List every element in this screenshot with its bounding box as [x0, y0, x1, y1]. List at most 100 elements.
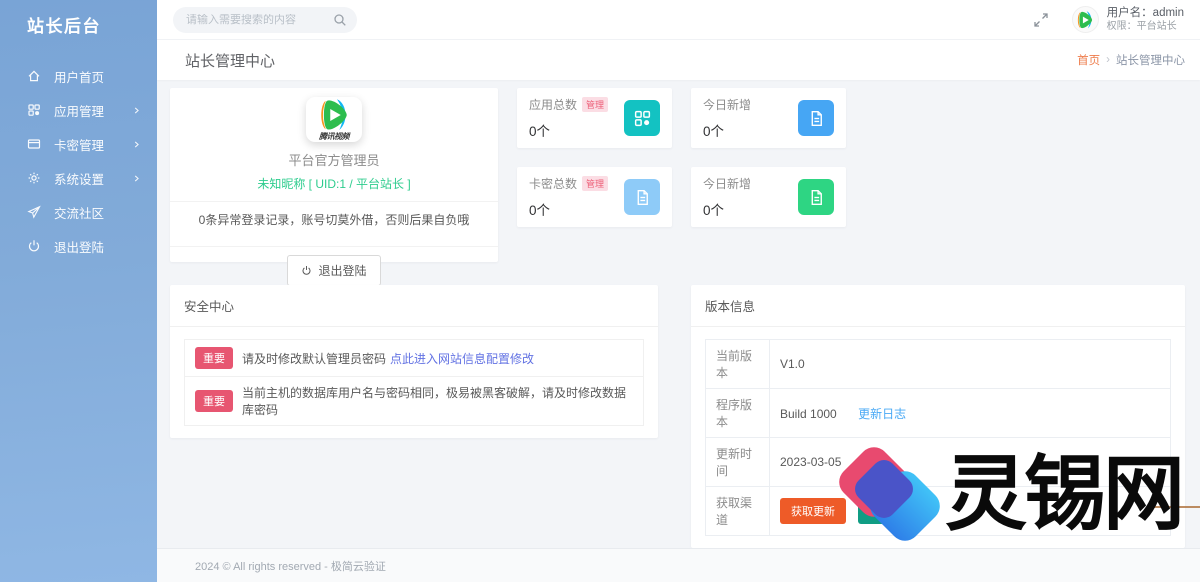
alert-row: 重要 请及时修改默认管理员密码 点此进入网站信息配置修改: [185, 340, 643, 376]
stat-card-today-apps: 今日新增 0个: [691, 88, 846, 149]
stat-card-total-keys: 卡密总数 管理 0个: [517, 167, 672, 228]
security-center-card: 安全中心 重要 请及时修改默认管理员密码 点此进入网站信息配置修改 重要 当前主…: [170, 285, 658, 439]
sidebar-item-user-home[interactable]: 用户首页: [0, 59, 157, 93]
sidebar-item-community[interactable]: 交流社区: [0, 195, 157, 229]
row-value: V1.0: [769, 339, 1171, 390]
changelog-link[interactable]: 更新日志: [858, 407, 906, 421]
topbar-right: 用户名：admin 权限：平台站长: [1032, 6, 1184, 34]
app-logo-tile: 腾讯视频: [306, 97, 362, 143]
sidebar-item-label: 系统设置: [54, 172, 105, 187]
gear-icon: [27, 171, 41, 185]
user-name: 用户名：admin: [1106, 7, 1184, 20]
row-label: 当前版本: [705, 339, 770, 390]
avatar[interactable]: [1071, 6, 1099, 34]
admin-identity-text: 未知昵称 [ UID:1 / 平台站长 ]: [257, 177, 411, 192]
security-card-title: 安全中心: [170, 285, 658, 328]
stat-card-total-apps: 应用总数 管理 0个: [517, 88, 672, 149]
row-label: 程序版本: [705, 388, 770, 439]
version-card-title: 版本信息: [691, 285, 1185, 328]
grid-icon: [624, 100, 660, 137]
sidebar-item-label: 交流社区: [54, 206, 105, 221]
sidebar-item-card-manage[interactable]: 卡密管理: [0, 127, 157, 161]
row-label: 获取渠道: [705, 486, 770, 537]
logout-button-label: 退出登陆: [318, 264, 367, 279]
sidebar: 站长后台 用户首页 应用管理 卡密管理 系统设置 交流社区 退出登陆: [0, 0, 157, 582]
breadcrumb-home-link[interactable]: 首页: [1077, 52, 1100, 68]
stat-card-today-keys: 今日新增 0个: [691, 167, 846, 228]
config-edit-link[interactable]: 点此进入网站信息配置修改: [390, 350, 534, 367]
get-update-button[interactable]: 获取更新: [780, 498, 846, 525]
alert-text: 当前主机的数据库用户名与密码相同，极易被黑客破解，请及时修改数据库密码: [242, 386, 627, 418]
breadcrumb-separator: ›: [1106, 54, 1110, 67]
admin-role-text: 平台官方管理员: [288, 153, 380, 169]
app-title: 站长后台: [27, 17, 101, 36]
tencent-video-logo-icon: [321, 99, 347, 131]
power-icon: [302, 266, 312, 275]
stat-label: 卡密总数: [529, 177, 578, 192]
logo-caption: 腾讯视频: [319, 132, 350, 142]
fullscreen-icon[interactable]: [1032, 11, 1050, 29]
user-role: 权限：平台站长: [1106, 20, 1177, 32]
manage-badge[interactable]: 管理: [582, 176, 609, 192]
download-now-button[interactable]: 立即下载: [858, 498, 925, 525]
sidebar-item-logout[interactable]: 退出登陆: [0, 229, 157, 263]
sidebar-item-label: 应用管理: [54, 104, 105, 119]
document-icon: [798, 179, 834, 216]
version-info-card: 版本信息 当前版本 V1.0 程序版本 Build 1000 更新日志 更新时间…: [691, 285, 1185, 549]
sidebar-item-label: 用户首页: [54, 70, 105, 85]
logout-button[interactable]: 退出登陆: [287, 255, 381, 287]
page-header: 站长管理中心 首页 › 站长管理中心: [157, 40, 1200, 81]
manage-badge[interactable]: 管理: [582, 97, 609, 113]
search-box[interactable]: [173, 6, 357, 33]
document-icon: [624, 179, 660, 216]
alert-row: 重要 当前主机的数据库用户名与密码相同，极易被黑客破解，请及时修改数据库密码: [185, 376, 643, 425]
home-icon: [27, 69, 41, 83]
important-badge: 重要: [195, 347, 233, 370]
login-notice-text: 0条异常登录记录，账号切莫外借，否则后果自负哦: [198, 213, 470, 228]
breadcrumb: 首页 › 站长管理中心: [1077, 52, 1185, 68]
topbar: 用户名：admin 权限：平台站长: [157, 0, 1200, 41]
watermark-line: [1153, 506, 1200, 508]
apps-icon: [27, 103, 41, 117]
chevron-right-icon: [132, 140, 141, 149]
alert-text: 请及时修改默认管理员密码: [242, 351, 387, 366]
row-value: Build 1000: [780, 406, 837, 421]
tencent-video-logo-icon: [1078, 10, 1093, 28]
footer-copyright: 2024 © All rights reserved - 极简云验证: [157, 548, 1200, 582]
stat-value: 0个: [703, 203, 725, 219]
content: 腾讯视频 平台官方管理员 未知昵称 [ UID:1 / 平台站长 ] 0条异常登…: [157, 80, 1200, 549]
search-input[interactable]: [186, 13, 333, 26]
row-value: 2023-03-05: [769, 437, 1171, 488]
send-icon: [27, 205, 41, 219]
sidebar-item-app-manage[interactable]: 应用管理: [0, 93, 157, 127]
card-icon: [27, 137, 41, 151]
chevron-right-icon: [132, 106, 141, 115]
stat-cards-grid: 应用总数 管理 0个 今日新增 0个 卡密总数 管理 0个 今日新增 0个: [517, 88, 846, 262]
main-area: 用户名：admin 权限：平台站长 站长管理中心 首页 › 站长管理中心: [157, 0, 1200, 582]
sidebar-item-label: 退出登陆: [54, 240, 105, 255]
stat-label: 今日新增: [703, 98, 752, 113]
profile-card: 腾讯视频 平台官方管理员 未知昵称 [ UID:1 / 平台站长 ] 0条异常登…: [170, 88, 498, 287]
breadcrumb-current: 站长管理中心: [1116, 55, 1185, 68]
table-row: 当前版本 V1.0: [705, 339, 1171, 390]
document-icon: [798, 100, 834, 137]
stat-label: 今日新增: [703, 177, 752, 192]
important-badge: 重要: [195, 390, 233, 413]
sidebar-item-system-settings[interactable]: 系统设置: [0, 161, 157, 195]
alert-list: 重要 请及时修改默认管理员密码 点此进入网站信息配置修改 重要 当前主机的数据库…: [184, 339, 644, 427]
stat-value: 0个: [529, 203, 551, 219]
page-title: 站长管理中心: [185, 52, 276, 70]
power-icon: [27, 239, 41, 253]
chevron-right-icon: [132, 174, 141, 183]
sidebar-item-label: 卡密管理: [54, 138, 105, 153]
stat-value: 0个: [529, 124, 551, 140]
user-meta: 用户名：admin 权限：平台站长: [1107, 6, 1184, 33]
search-icon[interactable]: [333, 13, 347, 27]
table-row: 更新时间 2023-03-05: [705, 437, 1171, 488]
sidebar-nav: 用户首页 应用管理 卡密管理 系统设置 交流社区 退出登陆: [0, 59, 157, 263]
table-row: 程序版本 Build 1000 更新日志: [705, 388, 1171, 439]
stat-label: 应用总数: [529, 98, 578, 113]
webmaster-admin-page: 站长后台 用户首页 应用管理 卡密管理 系统设置 交流社区 退出登陆 请输入需要…: [0, 0, 1200, 582]
table-row: 获取渠道 获取更新 立即下载: [705, 486, 1171, 537]
row-label: 更新时间: [705, 437, 770, 488]
